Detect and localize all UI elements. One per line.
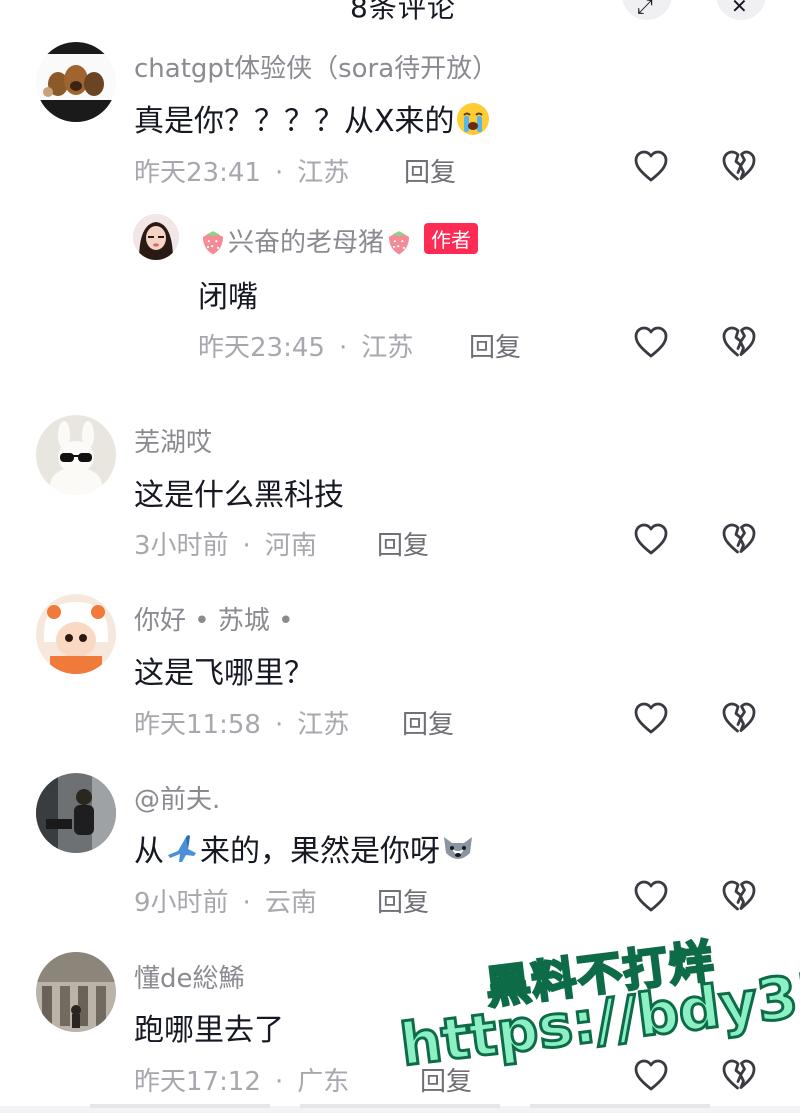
expand-button[interactable]: ⤢ [622, 0, 672, 20]
comment-location: 江苏 [297, 158, 350, 188]
close-icon: ✕ [731, 0, 748, 18]
meta-separator: · [242, 888, 251, 918]
reply-button[interactable]: 回复 [377, 882, 429, 919]
comment-text-part: 从 [134, 834, 164, 869]
dislike-broken-heart-icon[interactable] [721, 325, 757, 359]
author-badge: 作者 [424, 223, 479, 254]
strawberry-icon [203, 231, 223, 255]
dislike-broken-heart-icon[interactable] [721, 1058, 757, 1092]
comment-text: 这是什么黑科技 [134, 478, 344, 513]
comment-username[interactable]: 芜湖哎 [134, 422, 212, 459]
dislike-broken-heart-icon[interactable] [721, 522, 757, 556]
comment-location: 云南 [264, 888, 317, 918]
like-heart-icon[interactable] [633, 522, 669, 556]
dislike-broken-heart-icon[interactable] [721, 879, 757, 913]
bottom-tab-indicator [90, 1104, 270, 1108]
reply-button[interactable]: 回复 [377, 525, 429, 562]
reply-text: 闭嘴 [198, 280, 258, 315]
reply-button[interactable]: 回复 [404, 152, 456, 189]
comment-text: 从 来的，果然是你呀 [134, 826, 476, 870]
like-heart-icon[interactable] [633, 879, 669, 913]
comment-time: 9小时前 [134, 888, 229, 918]
comment-username[interactable]: 你好 • 苏城 • [134, 600, 293, 637]
meta-separator: · [338, 333, 348, 363]
like-heart-icon[interactable] [633, 325, 669, 359]
reply-meta: 昨天23:45 · 江苏 [198, 327, 413, 364]
comment-meta: 昨天11:58 · 江苏 [134, 704, 349, 741]
watermark-title: 黑料不打烊 [482, 934, 720, 1016]
avatar[interactable] [36, 42, 116, 122]
like-heart-icon[interactable] [633, 149, 669, 183]
reply-location: 江苏 [361, 333, 414, 363]
comment-location: 河南 [264, 531, 317, 561]
dislike-broken-heart-icon[interactable] [721, 149, 757, 183]
strawberry-icon [389, 231, 410, 255]
meta-separator: · [274, 710, 284, 740]
reply-button[interactable]: 回复 [420, 1061, 472, 1098]
comment-time: 昨天11:58 [134, 710, 261, 740]
reply-username-text: 兴奋的老母猪 [228, 228, 385, 258]
comment-meta: 3小时前 · 河南 [134, 525, 317, 562]
comment-username[interactable]: 懂de総鯑 [134, 958, 245, 995]
reply-button[interactable]: 回复 [469, 327, 521, 364]
comment-location: 广东 [297, 1067, 350, 1097]
comment-meta: 9小时前 · 云南 [134, 882, 317, 919]
like-heart-icon[interactable] [633, 1058, 669, 1092]
like-heart-icon[interactable] [633, 701, 669, 735]
comments-header: 8条评论 ⤢ ✕ [0, 0, 800, 22]
comment-meta: 昨天23:41 · 江苏 [134, 152, 349, 189]
comment-username[interactable]: chatgpt体验侠（sora待开放） [134, 48, 498, 85]
comment-time: 3小时前 [134, 531, 229, 561]
wolf-face-icon [444, 837, 472, 859]
comment-username[interactable]: @前夫. [134, 779, 220, 816]
comment-text: 真是你？？？？从X来的 [134, 96, 491, 140]
avatar[interactable] [36, 594, 116, 674]
avatar[interactable] [36, 773, 116, 853]
expand-icon: ⤢ [637, 0, 653, 18]
reply-username[interactable]: 兴奋的老母猪 作者 [198, 222, 479, 259]
avatar[interactable] [36, 415, 116, 495]
bottom-tab-indicator [530, 1104, 710, 1108]
meta-separator: · [274, 1067, 284, 1097]
comment-text: 这是飞哪里？ [134, 656, 314, 691]
comment-count-title: 8条评论 [350, 0, 456, 22]
comment-time: 昨天17:12 [134, 1067, 261, 1097]
reply-button[interactable]: 回复 [402, 704, 454, 741]
close-button[interactable]: ✕ [716, 0, 766, 20]
reply-time: 昨天23:45 [198, 333, 325, 363]
comment-text: 跑哪里去了 [134, 1013, 284, 1048]
bottom-tab-indicator [300, 1104, 500, 1108]
comment-meta: 昨天17:12 · 广东 [134, 1061, 349, 1098]
comment-location: 江苏 [297, 710, 350, 740]
meta-separator: · [274, 158, 284, 188]
dislike-broken-heart-icon[interactable] [721, 701, 757, 735]
avatar[interactable] [133, 214, 179, 260]
comment-time: 昨天23:41 [134, 158, 261, 188]
comment-text-part: 来的，果然是你呀 [200, 834, 440, 869]
meta-separator: · [242, 531, 251, 561]
avatar[interactable] [36, 952, 116, 1032]
airplane-icon [168, 835, 196, 862]
loudly-crying-face-icon [456, 103, 489, 135]
comment-text-body: 真是你？？？？从X来的 [134, 104, 455, 139]
